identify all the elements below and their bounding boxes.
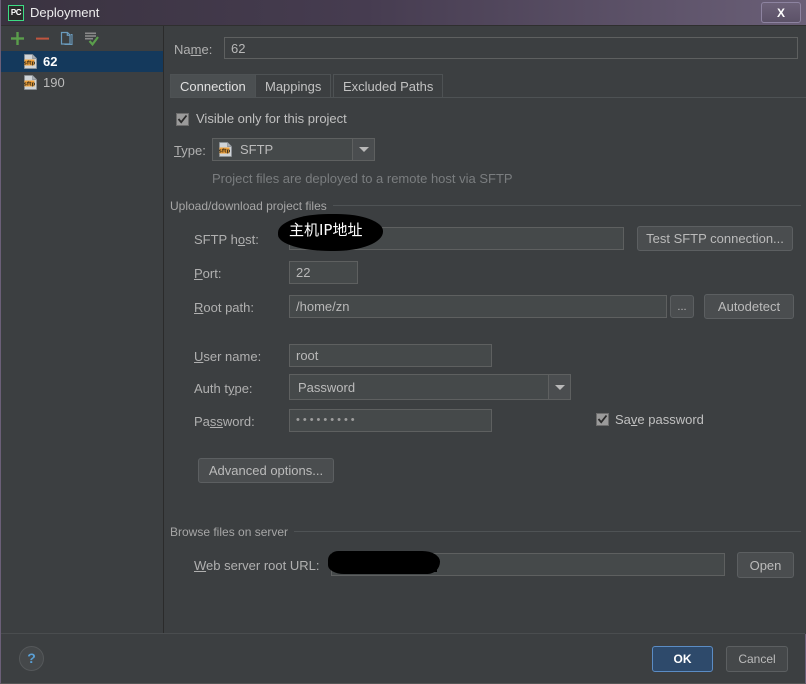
browse-group-divider — [284, 531, 801, 532]
add-icon[interactable] — [9, 30, 26, 47]
svg-text:sftp: sftp — [24, 81, 36, 87]
tab-excluded-paths[interactable]: Excluded Paths — [333, 74, 444, 98]
url-redaction-blob-secondary — [335, 556, 437, 572]
title-bar: PC Deployment X — [1, 0, 806, 26]
root-path-input[interactable]: /home/zn — [289, 295, 667, 318]
user-name-input[interactable]: root — [289, 344, 492, 367]
port-label: Port: — [194, 266, 222, 281]
connection-settings-panel: Name: 62 Connection Mappings Excluded Pa… — [165, 26, 806, 634]
deployment-dialog: PC Deployment X sftp 62 sftp 190 Name: 6… — [0, 0, 806, 684]
close-icon[interactable]: X — [761, 2, 801, 23]
auth-type-combobox[interactable]: Password — [289, 374, 571, 400]
settings-tabs: Connection Mappings Excluded Paths — [170, 74, 806, 98]
test-sftp-connection-button[interactable]: Test SFTP connection... — [637, 226, 793, 251]
port-input[interactable]: 22 — [289, 261, 358, 284]
server-list-toolbar — [1, 26, 163, 51]
visible-only-label: Visible only for this project — [196, 111, 347, 126]
password-label: Password: — [194, 414, 255, 429]
autodetect-button[interactable]: Autodetect — [704, 294, 794, 319]
svg-text:sftp: sftp — [219, 148, 231, 154]
password-input[interactable]: ••••••••• — [289, 409, 492, 432]
remove-icon[interactable] — [34, 30, 51, 47]
chevron-down-icon[interactable] — [352, 139, 374, 160]
sftp-icon: sftp — [213, 142, 232, 157]
browse-button[interactable]: ... — [670, 295, 694, 318]
list-item[interactable]: sftp 190 — [1, 72, 163, 93]
copy-icon[interactable] — [58, 30, 75, 47]
tab-connection[interactable]: Connection — [170, 74, 256, 98]
tab-underline — [170, 97, 806, 98]
save-password-checkbox[interactable] — [596, 413, 609, 426]
type-combobox-value: SFTP — [240, 142, 274, 157]
sftp-icon: sftp — [24, 75, 37, 90]
tab-mappings[interactable]: Mappings — [255, 74, 332, 98]
user-name-label: User name: — [194, 349, 262, 364]
browse-group-title: Browse files on server — [170, 525, 295, 539]
auth-type-combobox-value: Password — [298, 379, 356, 395]
list-item[interactable]: sftp 62 — [1, 51, 163, 72]
set-default-icon[interactable] — [83, 30, 100, 47]
save-password-label: Save password — [615, 412, 704, 427]
help-icon[interactable]: ? — [19, 646, 44, 671]
name-label: Name: — [174, 42, 213, 57]
server-list[interactable]: sftp 62 sftp 190 — [1, 51, 163, 634]
advanced-options-button[interactable]: Advanced options... — [198, 458, 334, 483]
upload-group-divider — [304, 205, 801, 206]
svg-text:sftp: sftp — [24, 60, 36, 66]
root-path-label: Root path: — [194, 300, 254, 315]
host-annotation-text: 主机IP地址 — [289, 221, 363, 239]
web-server-url-label: Web server root URL: — [194, 558, 320, 573]
chevron-down-icon[interactable] — [548, 375, 570, 399]
type-label: Type: — [174, 143, 206, 158]
cancel-button[interactable]: Cancel — [726, 646, 788, 672]
list-item-label: 62 — [43, 54, 58, 69]
open-button[interactable]: Open — [737, 552, 794, 578]
visible-only-checkbox[interactable] — [176, 113, 189, 126]
type-hint: Project files are deployed to a remote h… — [212, 171, 513, 186]
dialog-footer: ? OK Cancel — [1, 633, 805, 683]
name-input[interactable]: 62 — [224, 37, 798, 59]
server-list-panel: sftp 62 sftp 190 — [1, 26, 164, 634]
auth-type-label: Auth type: — [194, 381, 253, 396]
window-title: Deployment — [30, 5, 100, 20]
sftp-host-label: SFTP host: — [194, 232, 259, 247]
list-item-label: 190 — [43, 75, 65, 90]
upload-group-title: Upload/download project files — [170, 199, 333, 213]
sftp-icon: sftp — [24, 54, 37, 69]
ok-button[interactable]: OK — [652, 646, 713, 672]
pycharm-icon: PC — [8, 5, 24, 21]
type-combobox[interactable]: sftp SFTP — [212, 138, 375, 161]
